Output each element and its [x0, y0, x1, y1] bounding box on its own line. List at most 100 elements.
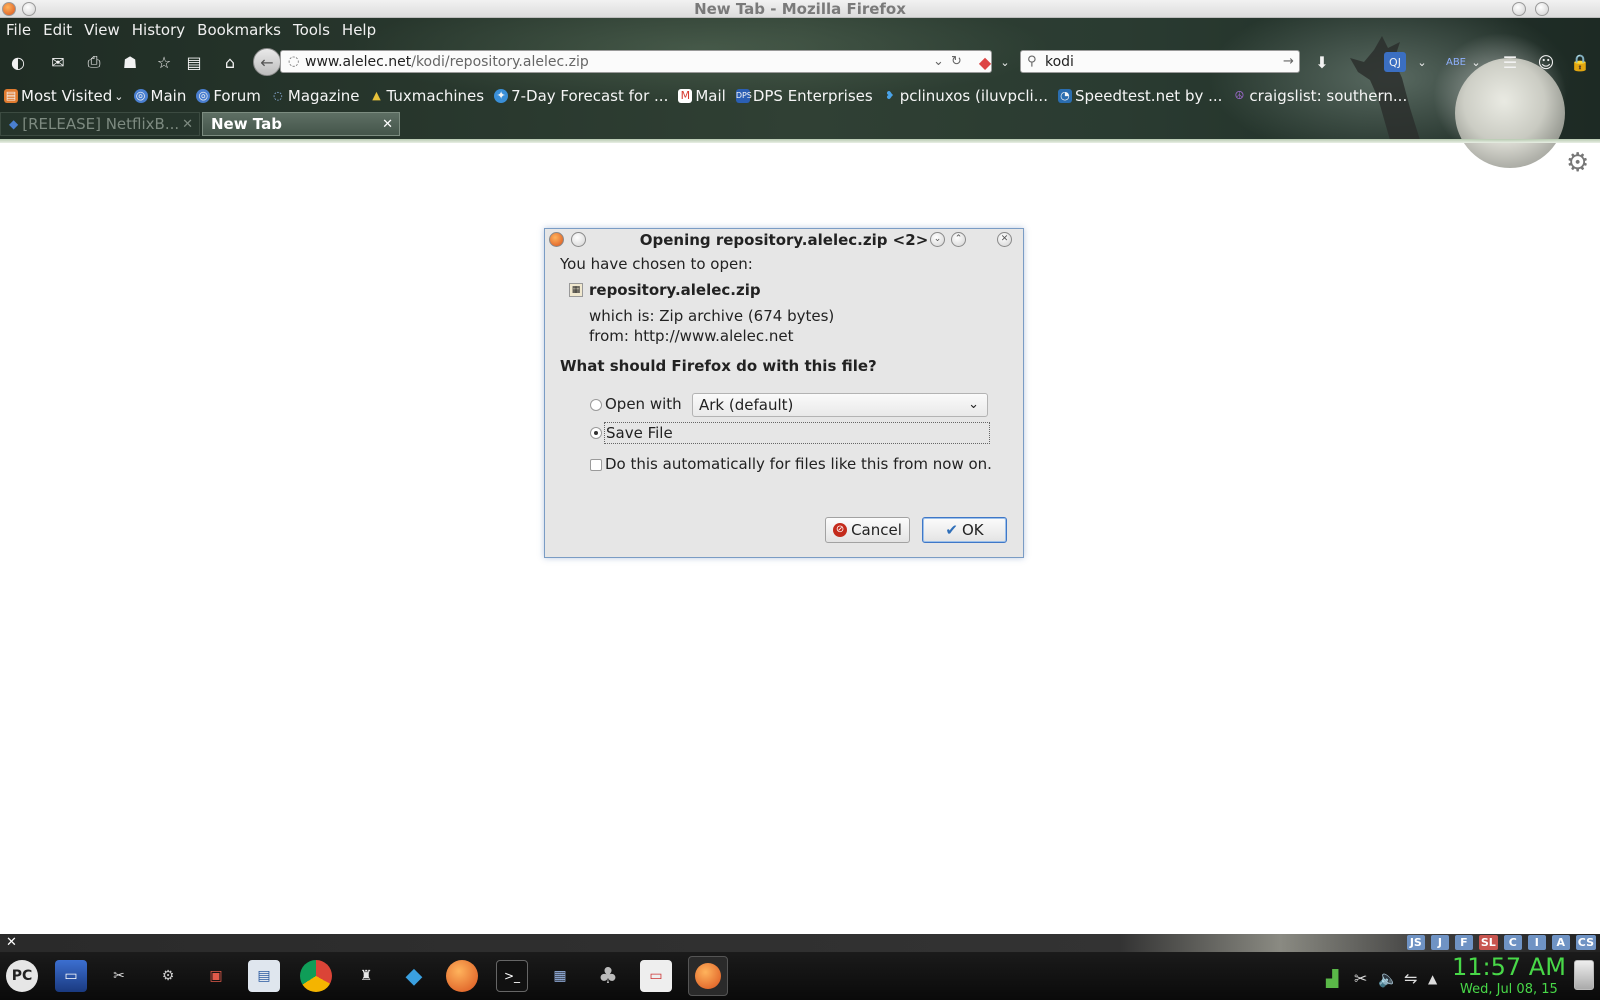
panel-tag[interactable]: I: [1527, 935, 1546, 950]
firefox-icon[interactable]: [446, 960, 478, 992]
network-signal-icon[interactable]: ▟: [1326, 969, 1338, 988]
url-bar[interactable]: ◌ www.alelec.net/kodi/repository.alelec.…: [280, 50, 992, 73]
file-manager-icon[interactable]: ▤: [248, 960, 280, 992]
site-identity-icon: ◌: [288, 54, 300, 69]
smiley-icon[interactable]: ☺: [1536, 52, 1556, 72]
panel-tag[interactable]: F: [1454, 935, 1473, 950]
popcorn-icon[interactable]: ♜: [350, 960, 382, 992]
solitaire-icon[interactable]: ♣: [592, 960, 624, 992]
bookmark-forecast[interactable]: ✦ 7-Day Forecast for ...: [494, 87, 668, 105]
bookmark-main[interactable]: ◎ Main: [133, 87, 186, 105]
menu-bookmarks[interactable]: Bookmarks: [197, 21, 281, 39]
open-with-app-select[interactable]: Ark (default) ⌄: [692, 393, 988, 417]
panel-tag[interactable]: J: [1430, 935, 1449, 950]
open-with-label[interactable]: Open with: [605, 395, 682, 413]
scissors-icon[interactable]: ✂: [1354, 969, 1367, 988]
zip-file-icon: ▦: [569, 283, 583, 297]
network-icon[interactable]: ⇋: [1404, 969, 1417, 988]
bookmark-forum[interactable]: ◎ Forum: [196, 87, 261, 105]
open-with-radio[interactable]: [590, 399, 602, 411]
bookmark-magazine[interactable]: ◌ Magazine: [271, 87, 359, 105]
account-icon[interactable]: ☗: [120, 52, 140, 72]
auto-checkbox[interactable]: [590, 459, 602, 471]
tab-close-icon[interactable]: ✕: [382, 117, 393, 132]
tools-icon[interactable]: ✂: [103, 960, 135, 992]
panel-tag[interactable]: JS: [1406, 935, 1425, 950]
downloads-icon[interactable]: ⬇: [1312, 52, 1332, 72]
system-settings-icon[interactable]: ⚙: [152, 960, 184, 992]
tray-expand-icon[interactable]: ▲: [1428, 972, 1437, 986]
lock-icon[interactable]: 🔒: [1570, 52, 1590, 72]
bookmark-tuxmachines[interactable]: ▲ Tuxmachines: [370, 87, 484, 105]
search-bar[interactable]: ⚲ kodi →: [1020, 50, 1300, 73]
auto-checkbox-label[interactable]: Do this automatically for files like thi…: [605, 455, 992, 473]
menu-help[interactable]: Help: [342, 21, 376, 39]
trash-icon[interactable]: [1574, 960, 1594, 990]
close-icon[interactable]: ✕: [6, 934, 17, 952]
clock[interactable]: 11:57 AM: [1452, 954, 1566, 980]
desktop-icon[interactable]: ▭: [55, 960, 87, 992]
search-go-icon[interactable]: →: [1283, 54, 1294, 69]
chevron-down-icon: ⌄: [968, 397, 979, 412]
history-back-menu-icon[interactable]: ◐: [8, 52, 28, 72]
bookmark-most-visited[interactable]: ▤ Most Visited ⌄: [4, 87, 124, 105]
tab-release-netflix[interactable]: ◆ [RELEASE] NetflixB... ✕: [0, 112, 200, 136]
save-file-radio[interactable]: [590, 427, 602, 439]
qj-dropdown-icon[interactable]: ⌄: [1412, 52, 1432, 72]
gear-icon[interactable]: ⚙: [1566, 150, 1592, 176]
bookmarks-list-icon[interactable]: ▤: [184, 52, 204, 72]
bookmark-dps[interactable]: DPS DPS Enterprises: [735, 87, 873, 105]
qj-extension-icon[interactable]: QJ: [1384, 52, 1406, 72]
cancel-button[interactable]: ⊘ Cancel: [825, 517, 910, 543]
panel-tag[interactable]: SL: [1478, 935, 1498, 950]
maximize-icon[interactable]: ⌃: [951, 232, 966, 247]
bookmark-mail[interactable]: M Mail: [678, 87, 726, 105]
start-menu-button[interactable]: PC: [6, 960, 38, 992]
tab-new-tab[interactable]: New Tab ✕: [202, 112, 400, 136]
kodi-icon: ◆: [9, 117, 19, 131]
bookmark-star-icon[interactable]: ☆: [154, 52, 174, 72]
minimize-icon[interactable]: ⌄: [930, 232, 945, 247]
print-icon[interactable]: ⎙: [84, 52, 104, 72]
navigation-toolbar: ◐ ✉ ⎙ ☗ ☆ ▤ ⌂ ← ◌ www.alelec.net/kodi/re…: [0, 44, 1600, 78]
chrome-icon[interactable]: [300, 960, 332, 992]
menu-history[interactable]: History: [132, 21, 185, 39]
ok-button[interactable]: ✔ OK: [922, 517, 1007, 543]
back-button[interactable]: ←: [253, 48, 281, 76]
volume-icon[interactable]: 🔈: [1378, 969, 1398, 988]
terminal-icon[interactable]: >_: [496, 960, 528, 992]
back-arrow-icon: ←: [260, 52, 274, 72]
menu-file[interactable]: File: [6, 21, 31, 39]
bookmark-speedtest[interactable]: ◔ Speedtest.net by ...: [1057, 87, 1222, 105]
panel-tag[interactable]: CS: [1575, 935, 1596, 950]
panel-tag[interactable]: A: [1551, 935, 1570, 950]
abe-dropdown-icon[interactable]: ⌄: [1466, 52, 1486, 72]
tab-close-icon[interactable]: ✕: [182, 117, 193, 132]
panel-tag[interactable]: C: [1503, 935, 1522, 950]
menubar: File Edit View History Bookmarks Tools H…: [0, 18, 388, 42]
home-icon[interactable]: ⌂: [220, 52, 240, 72]
firefox-task-button[interactable]: [688, 956, 728, 996]
minimize-icon[interactable]: [1512, 2, 1526, 16]
reload-icon[interactable]: ↻: [951, 54, 962, 69]
package-manager-icon[interactable]: ▣: [200, 960, 232, 992]
hamburger-menu-icon[interactable]: ☰: [1500, 52, 1520, 72]
document-viewer-icon[interactable]: ▭: [640, 960, 672, 992]
abe-extension-icon[interactable]: ABE: [1446, 52, 1466, 72]
bookmark-craigslist[interactable]: ☮ craigslist: southern...: [1232, 87, 1407, 105]
adblock-dropdown-icon[interactable]: ⌄: [995, 52, 1015, 72]
url-dropdown-icon[interactable]: ⌄: [933, 54, 944, 69]
tux-icon: ▲: [372, 89, 381, 102]
mail-icon[interactable]: ✉: [48, 52, 68, 72]
bookmark-twitter[interactable]: ❥ pclinuxos (iluvpcli...: [883, 87, 1048, 105]
screenshot-icon[interactable]: ▦: [544, 960, 576, 992]
menu-edit[interactable]: Edit: [43, 21, 72, 39]
maximize-icon[interactable]: [1535, 2, 1549, 16]
browser-chrome: File Edit View History Bookmarks Tools H…: [0, 18, 1600, 168]
adblock-icon[interactable]: ◆: [975, 52, 995, 72]
menu-tools[interactable]: Tools: [293, 21, 330, 39]
menu-view[interactable]: View: [84, 21, 120, 39]
save-file-label[interactable]: Save File: [606, 424, 673, 442]
close-icon[interactable]: ✕: [997, 232, 1012, 247]
kodi-icon[interactable]: ◆: [398, 960, 430, 992]
